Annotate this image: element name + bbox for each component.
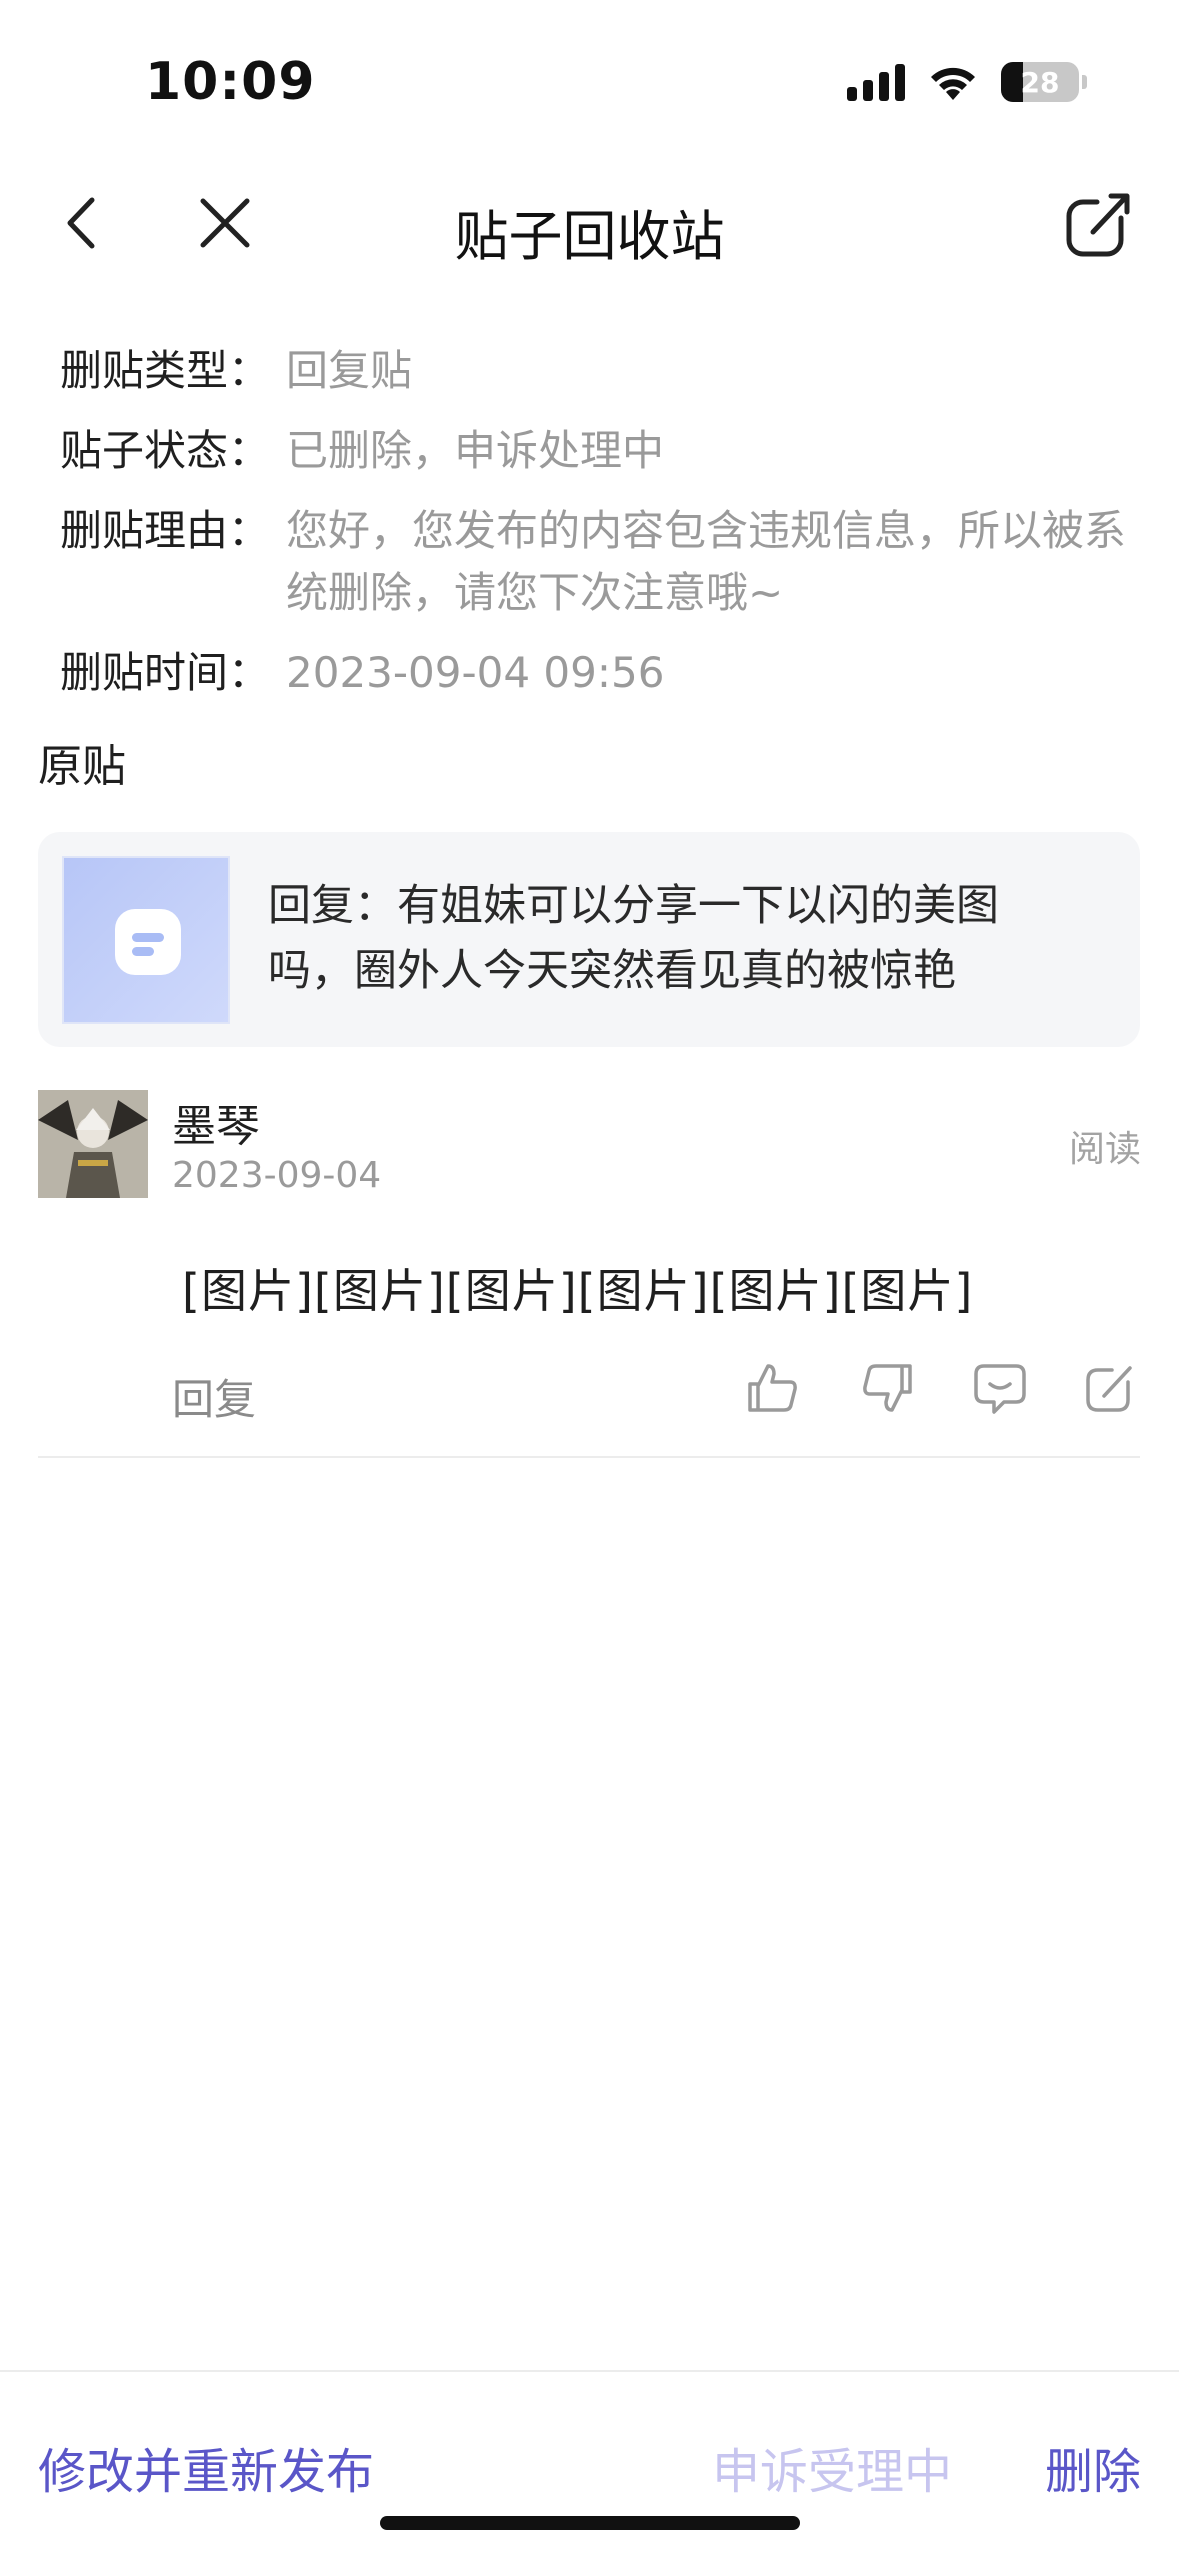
dislike-icon[interactable] bbox=[860, 1360, 916, 1416]
appeal-in-progress-button: 申诉受理中 bbox=[712, 2444, 953, 2500]
deletion-reason-value: 您好，您发布的内容包含违规信息，所以被系统删除，请您下次注意哦~ bbox=[286, 506, 1127, 617]
edit-and-republish-button[interactable]: 修改并重新发布 bbox=[38, 2432, 374, 2502]
post-thumbnail bbox=[62, 856, 230, 1024]
delete-button[interactable]: 删除 bbox=[1045, 2432, 1141, 2502]
edit-icon[interactable] bbox=[1082, 1360, 1138, 1416]
cellular-signal-icon bbox=[847, 63, 905, 101]
original-post-heading: 原贴 bbox=[38, 741, 126, 792]
status-bar: 10:09 28 bbox=[0, 0, 1179, 170]
avatar[interactable] bbox=[38, 1090, 148, 1198]
status-time: 10:09 bbox=[145, 52, 316, 112]
like-icon[interactable] bbox=[744, 1360, 800, 1416]
original-post-text: 回复：有姐妹可以分享一下以闪的美图吗，圈外人今天突然看见真的被惊艳 bbox=[268, 881, 999, 996]
deletion-reason-row: 删贴理由： 您好，您发布的内容包含违规信息，所以被系统删除，请您下次注意哦~ bbox=[60, 500, 1140, 624]
read-link[interactable]: 阅读 bbox=[1069, 1120, 1141, 1172]
post-status-value: 已删除，申诉处理中 bbox=[286, 426, 665, 475]
share-icon[interactable] bbox=[1059, 184, 1139, 264]
reply-date: 2023-09-04 bbox=[172, 1155, 382, 1196]
avatar-image bbox=[38, 1090, 148, 1198]
deletion-reason-label: 删贴理由： bbox=[60, 506, 271, 555]
bottom-bar-divider bbox=[0, 2370, 1179, 2372]
original-post-card[interactable]: 回复：有姐妹可以分享一下以闪的美图吗，圈外人今天突然看见真的被惊艳 bbox=[38, 832, 1140, 1047]
post-recycle-bin-page: 10:09 28 贴子回收站 删贴类型： 回复贴 贴子状态： 已删除，申诉处理中… bbox=[0, 0, 1179, 2556]
deletion-type-value: 回复贴 bbox=[286, 346, 413, 395]
post-status-label: 贴子状态： bbox=[60, 426, 271, 475]
username[interactable]: 墨琴 bbox=[172, 1090, 260, 1154]
reply-content: [图片][图片][图片][图片][图片][图片] bbox=[182, 1264, 974, 1318]
app-logo-icon bbox=[115, 909, 181, 975]
post-status-row: 贴子状态： 已删除，申诉处理中 bbox=[60, 420, 1140, 482]
deletion-time-value: 2023-09-04 09:56 bbox=[286, 648, 665, 697]
reply-actions: 回复 bbox=[172, 1360, 1140, 1430]
divider bbox=[38, 1456, 1140, 1458]
battery-level: 28 bbox=[1020, 65, 1060, 99]
deletion-type-label: 删贴类型： bbox=[60, 346, 271, 395]
home-indicator[interactable] bbox=[380, 2516, 800, 2530]
nav-bar: 贴子回收站 bbox=[0, 170, 1179, 280]
deletion-type-row: 删贴类型： 回复贴 bbox=[60, 340, 1140, 402]
battery-icon: 28 bbox=[1001, 62, 1087, 102]
status-icons: 28 bbox=[847, 62, 1087, 102]
comment-icon[interactable] bbox=[972, 1360, 1028, 1416]
deletion-info: 删贴类型： 回复贴 贴子状态： 已删除，申诉处理中 删贴理由： 您好，您发布的内… bbox=[60, 340, 1140, 722]
deletion-time-row: 删贴时间： 2023-09-04 09:56 bbox=[60, 642, 1140, 704]
wifi-icon bbox=[931, 67, 975, 100]
reply-button[interactable]: 回复 bbox=[172, 1366, 256, 1427]
deletion-time-label: 删贴时间： bbox=[60, 648, 271, 697]
page-title: 贴子回收站 bbox=[454, 205, 725, 268]
